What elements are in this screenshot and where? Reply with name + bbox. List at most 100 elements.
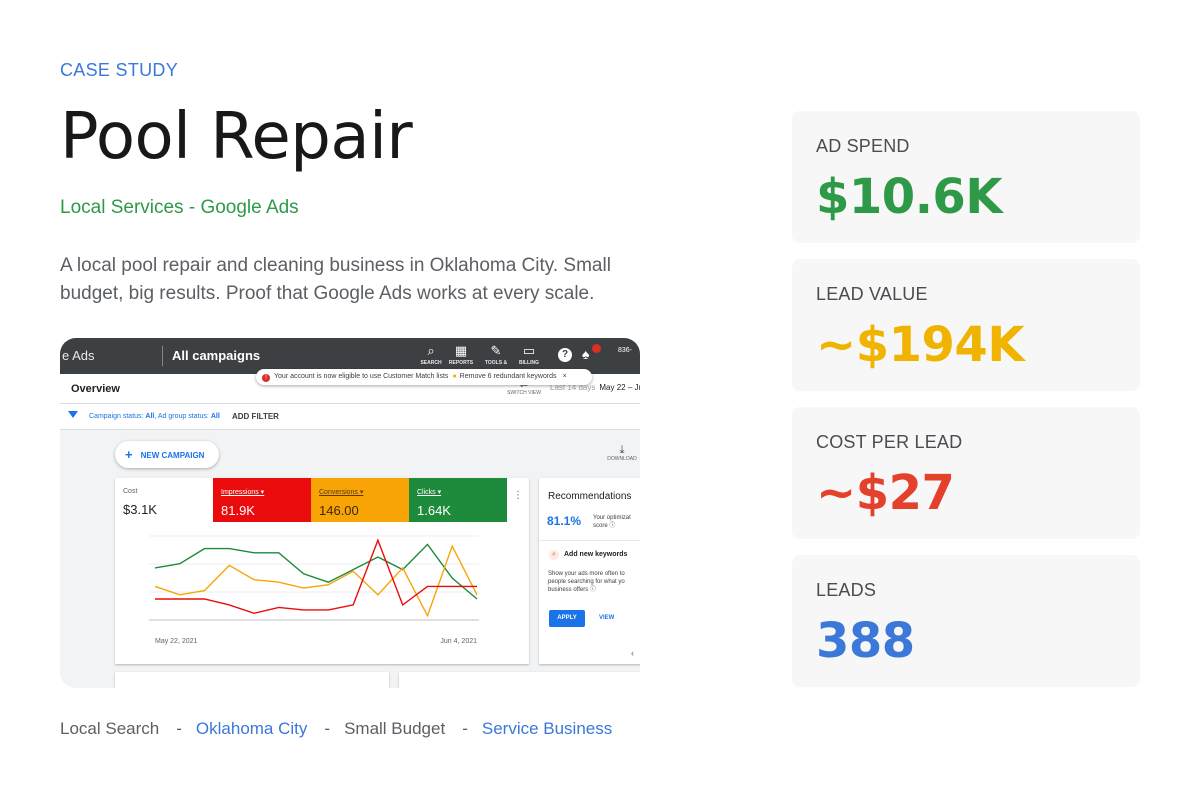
divider — [539, 540, 640, 541]
metric-value: $3.1K — [123, 502, 157, 517]
divider — [162, 346, 163, 366]
error-icon: ! — [262, 374, 270, 382]
new-campaign-button: + NEW CAMPAIGN — [115, 441, 219, 468]
stat-card-lead-value: LEAD VALUE ~$194K — [792, 259, 1140, 391]
all-campaigns-label: All campaigns — [172, 348, 261, 363]
date-range-value: May 22 – Jun — [599, 383, 640, 392]
stat-card-cost-per-lead: COST PER LEAD ~$27 — [792, 407, 1140, 539]
x-tick-label-start: May 22, 2021 — [155, 638, 198, 645]
add-filter-label: ADD FILTER — [232, 412, 279, 421]
billing-tool: ▭ BILLING — [512, 343, 546, 367]
stat-label: AD SPEND — [816, 136, 910, 156]
series-line-1 — [154, 544, 478, 618]
download-label: DOWNLOAD — [607, 456, 637, 462]
overview-title: Overview — [71, 383, 120, 395]
optimization-label-line2: score ⓘ — [593, 523, 616, 529]
more-options-icon: ⋮ — [513, 490, 523, 501]
recommendations-card: Recommendations 81.1% Your optimizat scor… — [539, 478, 640, 664]
stat-label: LEAD VALUE — [816, 284, 928, 304]
notification-banner: ! Your account is now eligible to use Cus… — [256, 369, 592, 385]
optimization-label-line1: Your optimizat — [593, 515, 631, 521]
desc-line2: people searching for what yo — [548, 579, 625, 585]
page-title: Pool Repair — [60, 100, 413, 174]
tag-local-search: Local Search — [60, 719, 160, 738]
chevron-left-icon: ‹ — [631, 648, 634, 658]
metric-value: 1.64K — [417, 503, 451, 518]
metric-label: Impressions ▾ — [221, 489, 265, 496]
bell-icon: ♠ — [582, 346, 590, 362]
download-icon: ⤓ — [619, 444, 625, 456]
plus-icon: + — [125, 447, 133, 462]
x-tick-label-end: Jun 4, 2021 — [440, 638, 477, 645]
case-study-eyebrow: CASE STUDY — [60, 60, 179, 80]
filter-prefix: Campaign status: — [89, 413, 146, 420]
tag-small-budget: Small Budget — [344, 719, 446, 738]
notification-dot — [592, 344, 601, 353]
stat-value: ~$194K — [816, 317, 1025, 373]
filter-adgroup-status: All — [210, 413, 220, 420]
filter-icon — [68, 411, 78, 418]
metric-label: Clicks ▾ — [417, 489, 442, 496]
stat-value: 388 — [816, 613, 915, 669]
reports-tool: ▦ REPORTS — [444, 343, 478, 367]
tools-tool: ✎ TOOLS & — [479, 343, 513, 367]
metric-label: Conversions ▾ — [319, 489, 364, 496]
optimization-score-label: Your optimizat score ⓘ — [593, 514, 631, 530]
lightbulb-icon: ● — [452, 373, 457, 380]
search-icon: ⌕ — [427, 343, 435, 358]
bottom-card — [115, 672, 389, 688]
help-icon: ? — [558, 348, 572, 362]
tag-separator: - — [462, 719, 468, 738]
billing-icon: ▭ — [522, 343, 536, 358]
metric-label: Cost — [123, 488, 138, 495]
desc-line3: business offers ⓘ — [548, 587, 596, 593]
billing-tool-label: BILLING — [519, 360, 539, 366]
stat-value: ~$27 — [816, 465, 955, 521]
filter-row: Campaign status: All, Ad group status: A… — [60, 404, 640, 430]
ads-brand: e Ads — [62, 348, 95, 363]
bottom-card — [399, 672, 640, 688]
filter-mid: , Ad group status: — [154, 413, 211, 420]
stat-card-ad-spend: AD SPEND $10.6K — [792, 111, 1140, 243]
stat-card-leads: LEADS 388 — [792, 555, 1140, 687]
filter-summary: Campaign status: All, Ad group status: A… — [89, 413, 220, 420]
description: A local pool repair and cleaning busines… — [60, 255, 611, 304]
notification-tip: Remove 6 redundant keywords — [459, 373, 557, 380]
desc-line1: Show your ads more often to — [548, 571, 625, 577]
tag-list: Local Search - Oklahoma City - Small Budget -… — [60, 719, 612, 739]
search-tool-label: SEARCH — [420, 360, 442, 366]
performance-line-chart: May 22, 2021 Jun 4, 2021 — [149, 535, 479, 645]
stat-value: $10.6K — [816, 169, 1003, 225]
optimization-score: 81.1% — [547, 514, 582, 528]
notification-message: Your account is now eligible to use Cust… — [274, 373, 449, 380]
recommendations-title: Recommendations — [548, 491, 632, 502]
account-id: 836- — [618, 347, 633, 354]
google-ads-screenshot: e Ads All campaigns ⌕ SEARCH ▦ REPORTS ✎… — [60, 338, 640, 688]
metric-clicks: Clicks ▾ 1.64K — [409, 478, 507, 522]
performance-chart-card: Cost $3.1K Impressions ▾ 81.9K Conversio… — [115, 478, 529, 664]
recommendation-item: Add new keywords — [564, 551, 628, 558]
view-link: VIEW — [599, 615, 615, 621]
metric-value: 146.00 — [319, 503, 359, 518]
tag-separator: - — [176, 719, 182, 738]
series-line-2 — [155, 538, 477, 615]
reports-tool-label: REPORTS — [448, 360, 474, 366]
tools-icon: ✎ — [490, 343, 502, 358]
search-tool: ⌕ SEARCH — [414, 343, 448, 367]
metric-cost: Cost $3.1K — [115, 478, 213, 522]
metric-value: 81.9K — [221, 503, 255, 518]
reports-icon: ▦ — [454, 343, 468, 358]
tools-tool-label: TOOLS & — [484, 360, 508, 366]
download-control: ⤓ DOWNLOAD — [604, 444, 640, 462]
page-subtitle: Local Services - Google Ads — [60, 197, 299, 218]
switch-view-label: SWITCH VIEW — [507, 390, 541, 396]
metric-impressions: Impressions ▾ 81.9K — [213, 478, 311, 522]
stat-label: LEADS — [816, 580, 877, 600]
recommendation-description: Show your ads more often to people search… — [548, 570, 625, 594]
close-icon: × — [562, 373, 567, 380]
metric-conversions: Conversions ▾ 146.00 — [311, 478, 409, 522]
tag-service-business[interactable]: Service Business — [482, 719, 612, 738]
tag-oklahoma-city[interactable]: Oklahoma City — [196, 719, 307, 738]
tag-separator: - — [324, 719, 331, 738]
keyword-search-icon: ⌕ — [549, 550, 559, 560]
